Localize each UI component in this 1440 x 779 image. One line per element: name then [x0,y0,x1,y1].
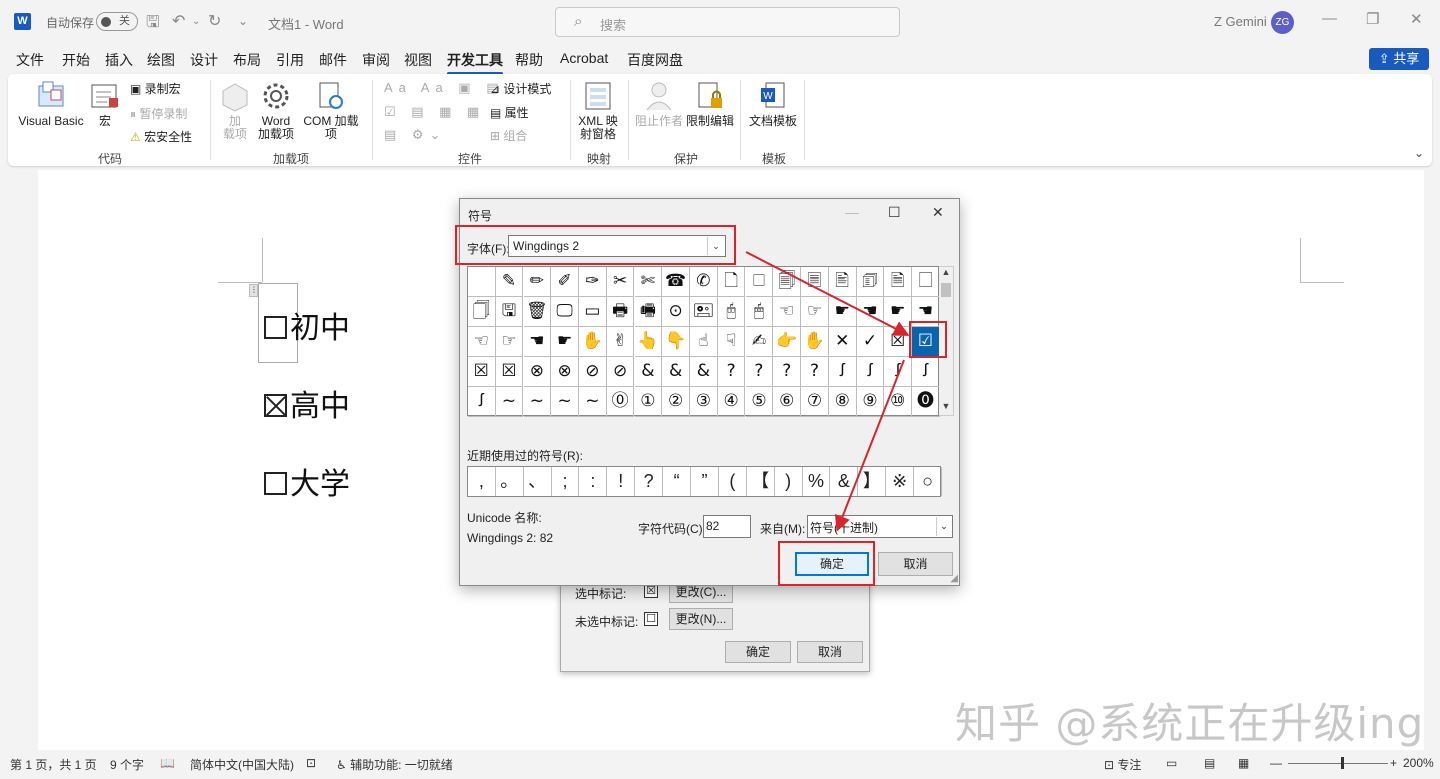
accessibility-icon: ♿ [336,758,351,772]
word-count[interactable]: 9 个字 [110,756,144,773]
zoom-slider-thumb[interactable] [1341,757,1344,769]
zoom-slider[interactable] [1288,763,1388,764]
zoom-level[interactable]: 200% [1403,756,1434,770]
arrow-to-symbol [745,251,910,336]
zoom-in-icon[interactable]: + [1390,756,1397,770]
page-count[interactable]: 第 1 页，共 1 页 [10,756,97,773]
annotation-arrows [745,251,910,532]
status-bar: 第 1 页，共 1 页 9 个字 📖 简体中文(中国大陆) ⊡ ♿ 辅助功能: … [0,751,1440,779]
print-layout-icon[interactable]: ▤ [1204,756,1215,770]
macro-record-status-icon[interactable]: ⊡ [306,756,316,770]
focus-label: 专注 [1117,758,1142,772]
read-mode-icon[interactable]: ▭ [1166,756,1177,770]
accessibility-label: 辅助功能: 一切就绪 [350,758,453,772]
accessibility-status[interactable]: ♿ 辅助功能: 一切就绪 [336,756,453,773]
focus-button[interactable]: ⊡ 专注 [1104,756,1141,773]
zoom-out-icon[interactable]: — [1270,756,1282,770]
proofing-icon[interactable]: 📖 [160,756,175,770]
language-status[interactable]: 简体中文(中国大陆) [190,756,294,773]
watermark: 知乎 @系统正在升级ing [955,699,1425,748]
web-layout-icon[interactable]: ▦ [1238,756,1249,770]
arrow-to-ok [834,359,905,532]
focus-icon: ⊡ [1104,758,1118,772]
